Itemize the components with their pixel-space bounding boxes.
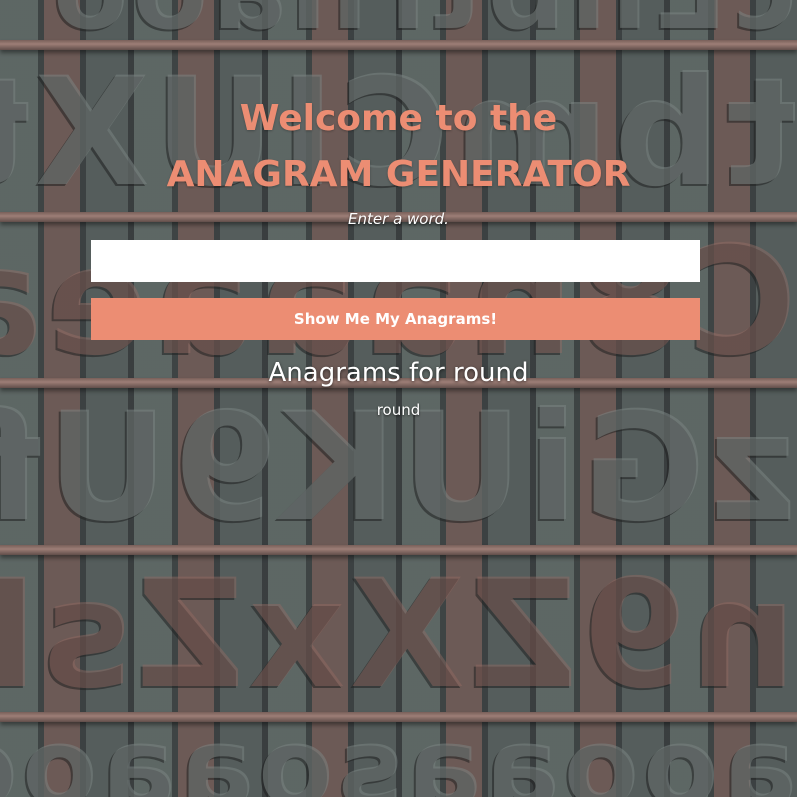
show-anagrams-button[interactable]: Show Me My Anagrams! [91, 298, 700, 340]
anagram-results-list: round [0, 400, 797, 420]
page-title-line1: Welcome to the [239, 98, 558, 139]
anagram-result-item: round [376, 401, 421, 419]
page-title-line2: ANAGRAM GENERATOR [166, 154, 631, 195]
results-heading: Anagrams for round [268, 358, 529, 388]
word-prompt-label: Enter a word. [348, 210, 449, 228]
word-input[interactable] [91, 240, 700, 282]
